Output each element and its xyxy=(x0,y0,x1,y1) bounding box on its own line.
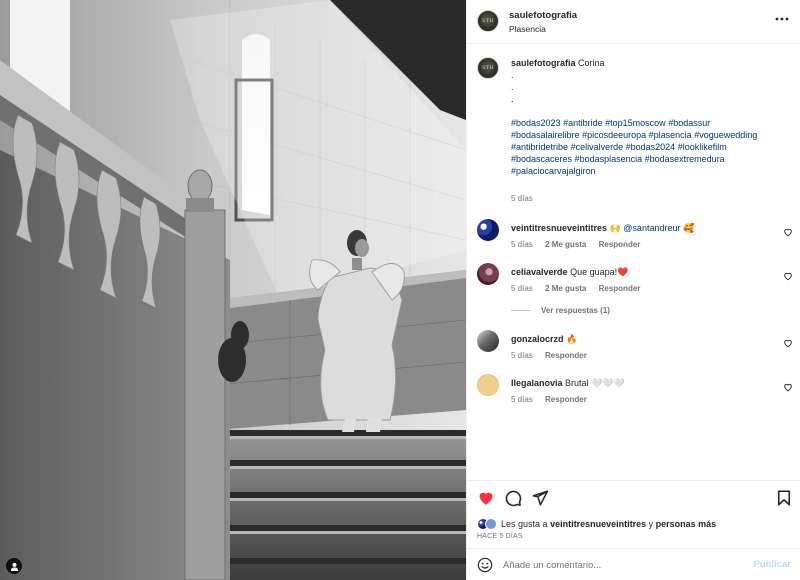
comment-meta: 5 días Responder xyxy=(511,351,597,360)
emoji-icon[interactable] xyxy=(477,557,493,573)
hashtag-link[interactable]: #plasencia xyxy=(649,130,692,140)
hashtag-link[interactable]: #palaciocarvajalgiron xyxy=(511,166,596,176)
post-actions: Les gusta a veintitresnueveintitres y pe… xyxy=(467,480,800,548)
avatar-text: STH xyxy=(481,18,495,24)
comment-text: Que guapa!❤️ xyxy=(570,267,629,277)
comment-text: 🔥 xyxy=(566,334,578,344)
comment-input[interactable] xyxy=(503,555,743,575)
post-time: HACE 5 DÍAS xyxy=(477,533,523,540)
comment-suffix: 🥰 xyxy=(682,223,695,233)
likes-connector: y xyxy=(648,519,654,529)
reply-button[interactable]: Responder xyxy=(599,284,641,293)
heart-icon[interactable] xyxy=(477,489,495,507)
comment-text: 🙌 xyxy=(609,223,621,233)
post-location[interactable]: Plasencia xyxy=(509,24,546,34)
hashtag-link[interactable]: #bodasplasencia xyxy=(575,154,643,164)
user-tag-icon[interactable] xyxy=(6,558,22,574)
commenter-avatar[interactable] xyxy=(477,219,499,241)
liker-avatar[interactable] xyxy=(485,518,497,530)
comment-likes[interactable]: 2 Me gusta xyxy=(545,240,586,249)
publish-button[interactable]: Publicar xyxy=(754,559,792,570)
caption-dot: . xyxy=(511,94,514,104)
comment-line: gonzalocrzd 🔥 xyxy=(511,334,577,345)
likes-user[interactable]: veintitresnueveintitres xyxy=(550,519,646,529)
caption-time: 5 días xyxy=(511,194,533,203)
add-comment-bar: Publicar xyxy=(467,548,800,580)
more-icon[interactable] xyxy=(775,14,789,24)
comment-line: llegalanovia Brutal 🤍🤍🤍 xyxy=(511,378,625,389)
caption-hashtags: #bodas2023 #antibride #top15moscow #boda… xyxy=(511,117,791,177)
comment-time: 5 días xyxy=(511,351,533,360)
comment-heart-icon[interactable] xyxy=(783,271,793,281)
comment-item: llegalanovia Brutal 🤍🤍🤍 5 días Responder xyxy=(467,374,800,418)
comment-heart-icon[interactable] xyxy=(783,338,793,348)
hashtag-link[interactable]: #bodas2023 xyxy=(511,118,561,128)
caption-text: Corina xyxy=(578,58,605,68)
comment-icon[interactable] xyxy=(504,489,522,507)
commenter-username[interactable]: gonzalocrzd xyxy=(511,334,564,344)
hashtag-link[interactable]: #bodasalairelibre xyxy=(511,130,580,140)
hashtag-link[interactable]: #bodassur xyxy=(668,118,710,128)
avatar-text: STH xyxy=(481,65,495,71)
post-photo[interactable] xyxy=(0,0,466,580)
commenter-avatar[interactable] xyxy=(477,374,499,396)
commenter-username[interactable]: celiavalverde xyxy=(511,267,568,277)
comment-meta: 5 días 2 Me gusta Responder xyxy=(511,284,650,293)
comment-likes[interactable]: 2 Me gusta xyxy=(545,284,586,293)
caption: saulefotografia Corina . . . . #bodas202… xyxy=(511,57,791,177)
hashtag-link[interactable]: #bodasextremedura xyxy=(645,154,725,164)
hashtag-link[interactable]: #picosdeeuropa xyxy=(582,130,646,140)
hashtag-link[interactable]: #celivalverde xyxy=(571,142,624,152)
view-replies-label: Ver respuestas (1) xyxy=(541,306,610,315)
commenter-username[interactable]: llegalanovia xyxy=(511,378,563,388)
reply-button[interactable]: Responder xyxy=(545,351,587,360)
caption-dot: . xyxy=(511,82,514,92)
hashtag-link[interactable]: #bodascaceres xyxy=(511,154,572,164)
comments-section[interactable]: STH saulefotografia Corina . . . . #boda… xyxy=(467,44,800,480)
author-avatar[interactable]: STH xyxy=(477,10,499,32)
caption-username[interactable]: saulefotografia xyxy=(511,58,576,68)
comment-heart-icon[interactable] xyxy=(783,382,793,392)
bookmark-icon[interactable] xyxy=(775,489,793,507)
commenter-avatar[interactable] xyxy=(477,330,499,352)
likes-others[interactable]: personas más xyxy=(656,519,717,529)
commenter-avatar[interactable] xyxy=(477,263,499,285)
comment-item: gonzalocrzd 🔥 5 días Responder xyxy=(467,330,800,374)
reply-button[interactable]: Responder xyxy=(545,395,587,404)
comment-time: 5 días xyxy=(511,284,533,293)
hashtag-link[interactable]: #top15moscow xyxy=(605,118,666,128)
comment-line: veintitresnueveintitres 🙌 @santandreur 🥰 xyxy=(511,223,694,234)
comment-meta: 5 días Responder xyxy=(511,395,597,404)
likes-summary: Les gusta a veintitresnueveintitres y pe… xyxy=(477,517,716,531)
replies-divider xyxy=(511,310,531,311)
reply-button[interactable]: Responder xyxy=(599,240,641,249)
comment-time: 5 días xyxy=(511,240,533,249)
caption-avatar[interactable]: STH xyxy=(477,57,499,79)
comment-time: 5 días xyxy=(511,395,533,404)
commenter-username[interactable]: veintitresnueveintitres xyxy=(511,223,607,233)
comment-meta: 5 días 2 Me gusta Responder xyxy=(511,240,650,249)
hashtag-link[interactable]: #looklikefilm xyxy=(678,142,727,152)
hashtag-link[interactable]: #antibride xyxy=(563,118,603,128)
post-panel: STH saulefotografia Plasencia STH saulef… xyxy=(466,0,800,580)
comment-item: veintitresnueveintitres 🙌 @santandreur 🥰… xyxy=(467,219,800,263)
author-username[interactable]: saulefotografia xyxy=(509,10,577,21)
hashtag-link[interactable]: #voguewedding xyxy=(694,130,757,140)
comment-item: celiavalverde Que guapa!❤️ 5 días 2 Me g… xyxy=(467,263,800,307)
hashtag-link[interactable]: #bodas2024 xyxy=(626,142,676,152)
caption-dot: . xyxy=(511,70,514,80)
comment-line: celiavalverde Que guapa!❤️ xyxy=(511,267,628,278)
likes-text: Les gusta a veintitresnueveintitres y pe… xyxy=(501,519,716,529)
comment-heart-icon[interactable] xyxy=(783,227,793,237)
view-replies-button[interactable]: Ver respuestas (1) xyxy=(511,306,610,315)
likes-prefix: Les gusta a xyxy=(501,519,548,529)
comment-text: Brutal 🤍🤍🤍 xyxy=(565,378,625,388)
comment-mention[interactable]: @santandreur xyxy=(623,223,680,233)
staircase-photo xyxy=(0,0,466,580)
hashtag-link[interactable]: #antibridetribe xyxy=(511,142,568,152)
share-icon[interactable] xyxy=(531,489,549,507)
post-header: STH saulefotografia Plasencia xyxy=(467,0,800,44)
